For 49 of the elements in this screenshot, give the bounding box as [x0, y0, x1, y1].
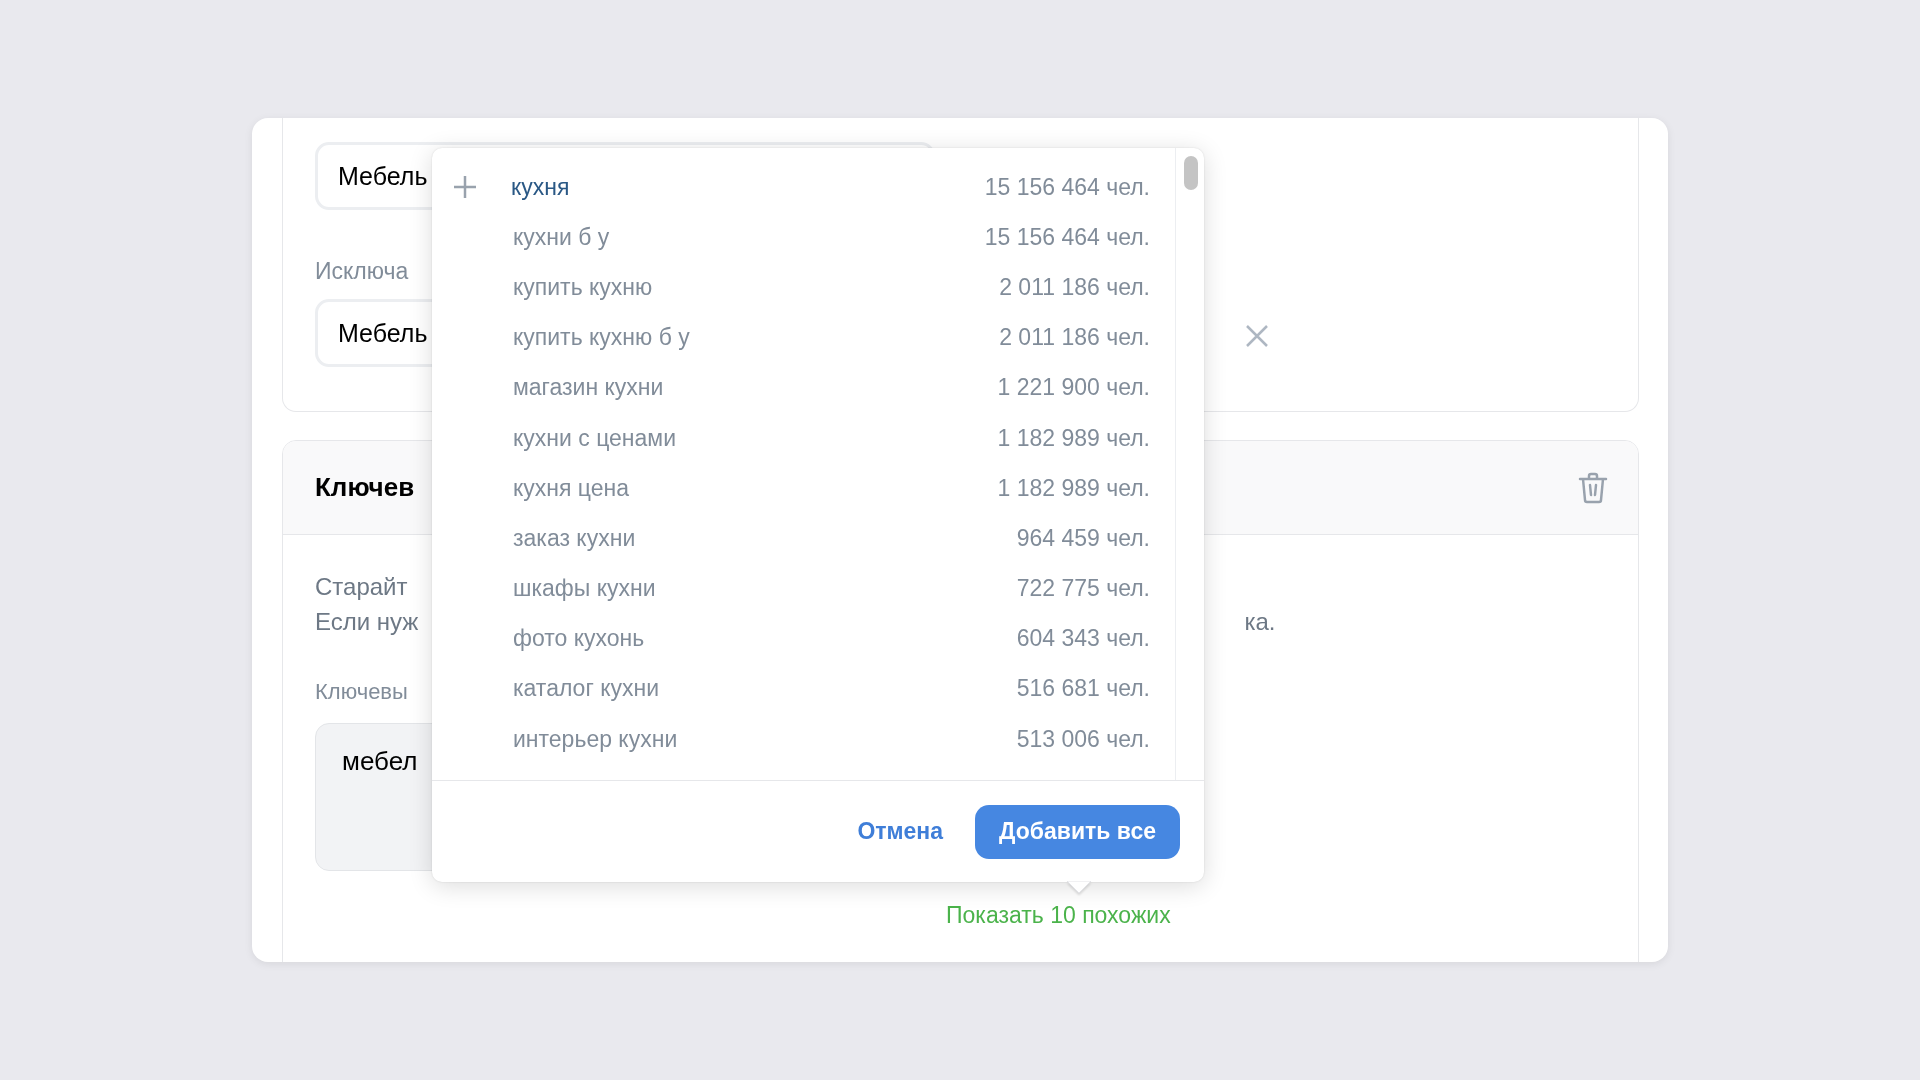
audience-count: 513 006 чел. [1016, 725, 1150, 753]
plus-icon [454, 176, 476, 199]
suggestion-text: заказ кухни [513, 524, 637, 552]
audience-count: 722 775 чел. [1016, 575, 1150, 603]
audience-count: 604 343 чел. [1016, 625, 1150, 653]
suggestion-item[interactable]: купить кухню 2 011 186 чел. [432, 262, 1150, 313]
suggestion-text: кухни с ценами [513, 424, 677, 452]
field-label: Исключа [315, 258, 410, 285]
suggestion-item[interactable]: шкафы кухни 722 775 чел. [432, 563, 1150, 614]
suggestion-item[interactable]: фото кухонь 604 343 чел. [432, 613, 1150, 664]
suggestion-text: купить кухню б у [513, 324, 691, 352]
audience-count: 15 156 464 чел. [984, 173, 1150, 201]
suggestion-item[interactable]: купить кухню б у 2 011 186 чел. [432, 312, 1150, 363]
hint-text: ка. [1244, 607, 1276, 637]
section-title: Ключев [315, 472, 415, 503]
audience-count: 964 459 чел. [1016, 524, 1150, 552]
audience-count: 1 221 900 чел. [997, 374, 1150, 402]
add-all-button[interactable]: Добавить все [975, 804, 1180, 859]
suggestion-item[interactable]: заказ кухни 964 459 чел. [432, 513, 1150, 564]
suggestion-text: магазин кухни [513, 374, 665, 402]
audience-count: 15 156 464 чел. [984, 223, 1150, 251]
close-icon[interactable] [1245, 324, 1269, 348]
audience-count: 516 681 чел. [1016, 675, 1150, 703]
suggestion-text: каталог кухни [513, 675, 661, 703]
suggestion-item[interactable]: магазин кухни 1 221 900 чел. [432, 362, 1150, 413]
suggestion-item[interactable]: каталог кухни 516 681 чел. [432, 663, 1150, 715]
audience-count: 1 182 989 чел. [997, 424, 1150, 452]
audience-count: 2 011 186 чел. [999, 273, 1150, 301]
suggestion-item[interactable]: кухни б у 15 156 464 чел. [432, 212, 1150, 263]
audience-count: 2 011 186 чел. [999, 324, 1150, 352]
suggestion-item[interactable]: кухня 15 156 464 чел. [432, 162, 1150, 213]
suggestion-text: кухни б у [513, 223, 611, 251]
trash-icon[interactable] [1578, 471, 1608, 504]
hint-text: Если нуж [315, 607, 419, 637]
suggestion-item[interactable]: интерьер кухни 513 006 чел. [432, 714, 1150, 765]
suggestion-text: купить кухню [513, 273, 654, 301]
suggestion-text: шкафы кухни [513, 575, 657, 603]
suggestion-item[interactable]: кухня цена 1 182 989 чел. [432, 463, 1150, 514]
cancel-button[interactable]: Отмена [857, 808, 944, 855]
scrollbar-thumb[interactable] [1184, 156, 1198, 190]
audience-count: 1 182 989 чел. [997, 474, 1150, 502]
suggestion-text: кухня [511, 173, 571, 201]
suggestion-text: кухня цена [513, 474, 631, 502]
suggestion-item[interactable]: кухни с ценами 1 182 989 чел. [432, 412, 1150, 464]
field-label: Ключевы [315, 679, 408, 705]
show-similar-link[interactable]: Показать 10 похожих [946, 902, 1171, 929]
suggestion-text: интерьер кухни [513, 725, 679, 753]
hint-text: Старайт [315, 572, 408, 602]
suggestion-text: фото кухонь [513, 625, 646, 653]
